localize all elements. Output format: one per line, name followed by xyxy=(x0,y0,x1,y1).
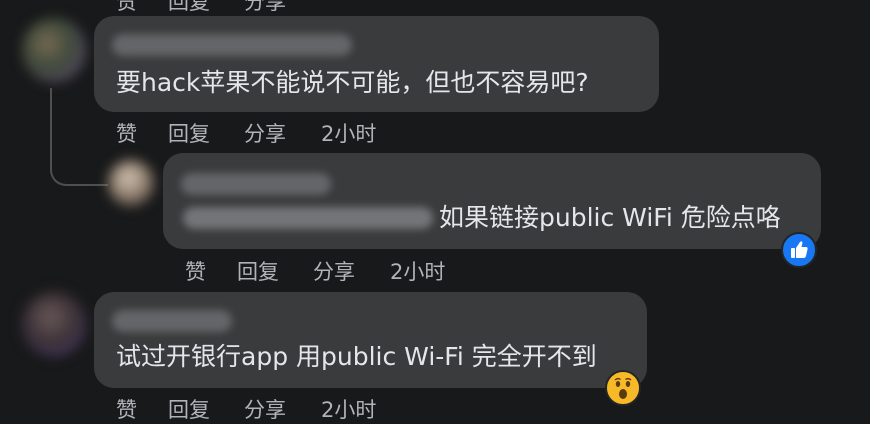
reply-author-name[interactable] xyxy=(181,173,331,195)
comment-bubble: 试过开银行app 用public Wi-Fi 完全开不到 xyxy=(94,292,647,388)
like-button[interactable]: 赞 xyxy=(116,118,137,148)
reply-button[interactable]: 回复 xyxy=(168,0,210,16)
share-button[interactable]: 分享 xyxy=(244,0,286,16)
reply-bubble: 如果链接public WiFi 危险点咯 xyxy=(163,153,821,249)
avatar[interactable] xyxy=(22,292,86,356)
wow-reaction-icon[interactable] xyxy=(605,370,641,406)
comment-text: 要hack苹果不能说不可能，但也不容易吧? xyxy=(116,68,589,97)
reply-button[interactable]: 回复 xyxy=(237,256,279,286)
reply-button[interactable]: 回复 xyxy=(168,118,210,148)
like-button[interactable]: 赞 xyxy=(185,256,206,286)
comment-author-name[interactable] xyxy=(112,310,232,332)
share-button[interactable]: 分享 xyxy=(244,118,286,148)
comment-bubble: 要hack苹果不能说不可能，但也不容易吧? xyxy=(94,16,659,112)
like-button[interactable]: 赞 xyxy=(116,0,137,16)
reply-thread-line xyxy=(50,88,108,186)
comment-actions: 赞 回复 分享 2小时 xyxy=(116,394,416,422)
share-button[interactable]: 分享 xyxy=(313,256,355,286)
mentioned-user[interactable] xyxy=(183,207,433,229)
reply-timestamp[interactable]: 2小时 xyxy=(390,256,445,286)
comment-text: 试过开银行app 用public Wi-Fi 完全开不到 xyxy=(116,342,597,371)
comment-author-name[interactable] xyxy=(112,34,352,56)
avatar[interactable] xyxy=(22,18,86,82)
comment-0-actions: 赞 回复 分享 xyxy=(116,0,416,14)
reply-text: 如果链接public WiFi 危险点咯 xyxy=(439,203,781,232)
comment-actions: 赞 回复 分享 2小时 xyxy=(116,118,416,146)
like-reaction-icon[interactable] xyxy=(781,232,817,268)
reply-actions: 赞 回复 分享 2小时 xyxy=(185,256,485,284)
comment-timestamp[interactable]: 2小时 xyxy=(321,118,376,148)
avatar[interactable] xyxy=(108,160,154,206)
